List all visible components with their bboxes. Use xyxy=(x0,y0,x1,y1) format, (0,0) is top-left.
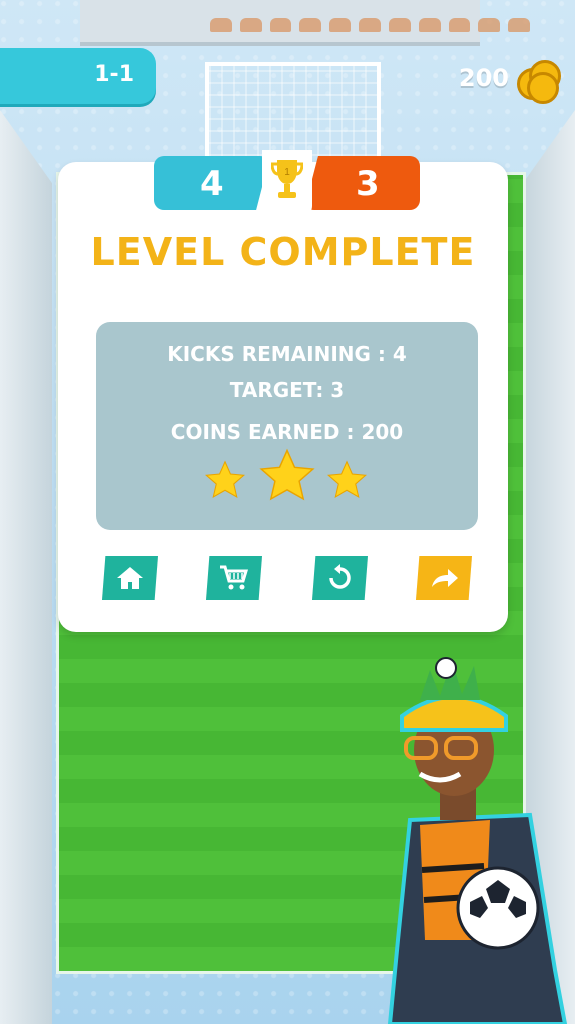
star-rating xyxy=(96,448,478,510)
trophy-rank: 1 xyxy=(284,167,290,178)
home-icon xyxy=(117,567,143,589)
scoreboard: 4 3 1 xyxy=(154,150,420,216)
stats-box: KICKS REMAINING : 4 TARGET: 3 COINS EARN… xyxy=(96,322,478,530)
coins-earned: COINS EARNED : 200 xyxy=(170,420,404,444)
retry-button[interactable] xyxy=(312,556,368,600)
level-indicator: 1-1 xyxy=(0,48,156,104)
opponent-score-box: 3 xyxy=(304,156,420,210)
player-score: 4 xyxy=(200,164,224,204)
coins-icon xyxy=(517,58,561,104)
top-stand xyxy=(80,0,530,46)
retry-icon xyxy=(329,564,351,589)
opponent-score: 3 xyxy=(356,164,380,204)
star-icon xyxy=(205,460,245,498)
arrow-right-icon xyxy=(432,569,458,587)
trophy-icon: 1 xyxy=(262,150,312,216)
target-label: TARGET: 3 xyxy=(229,378,345,402)
coin-balance: 200 xyxy=(458,58,561,104)
cart-icon xyxy=(220,565,249,590)
kicks-remaining: KICKS REMAINING : 4 xyxy=(167,342,407,366)
level-label: 1-1 xyxy=(94,62,134,87)
coach-character xyxy=(387,657,568,1024)
next-button[interactable] xyxy=(416,556,472,600)
coin-count: 200 xyxy=(458,64,509,92)
home-button[interactable] xyxy=(102,556,158,600)
shop-button[interactable] xyxy=(206,556,262,600)
star-icon xyxy=(327,460,367,498)
stand-seats xyxy=(210,18,530,32)
star-icon xyxy=(259,448,315,501)
left-wall xyxy=(0,110,52,1024)
level-complete-title: LEVEL COMPLETE xyxy=(90,230,476,274)
player-score-box: 4 xyxy=(154,156,270,210)
goal-net xyxy=(205,62,381,156)
